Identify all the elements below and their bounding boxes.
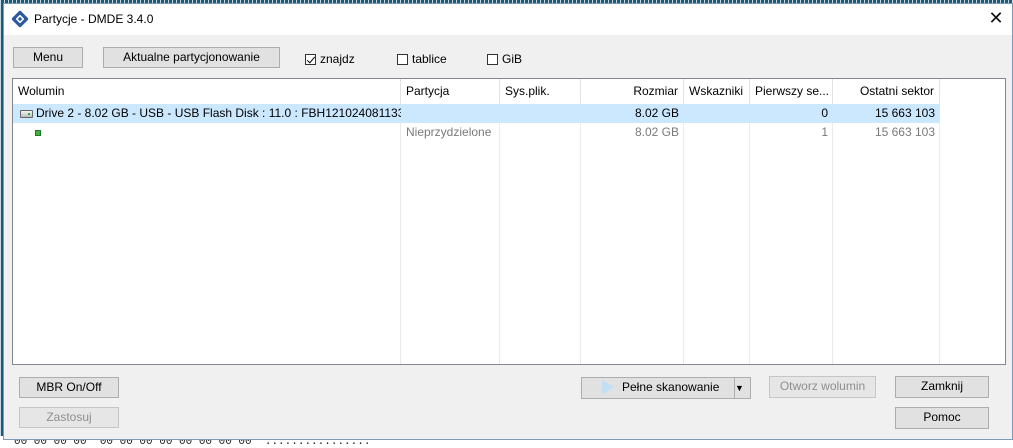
play-icon — [602, 380, 614, 394]
column-divider — [400, 103, 401, 364]
full-scan-button[interactable]: Pełne skanowanie ▼ — [581, 377, 751, 399]
cell-partition: Nieprzydzielone — [406, 125, 492, 139]
column-header-size[interactable]: Rozmiar — [581, 79, 684, 103]
checkbox-checked-icon[interactable] — [305, 54, 316, 65]
table-row[interactable]: Drive 2 - 8.02 GB - USB - USB Flash Disk… — [13, 104, 940, 123]
partitions-dialog: Partycje - DMDE 3.4.0 ✕ Menu Aktualne pa… — [3, 3, 1013, 440]
menu-button[interactable]: Menu — [13, 47, 83, 68]
apply-button[interactable]: Zastosuj — [19, 407, 119, 428]
column-header-flags[interactable]: Wskazniki — [684, 79, 750, 103]
chevron-down-icon[interactable]: ▼ — [734, 378, 750, 398]
close-icon[interactable]: ✕ — [986, 8, 1006, 28]
cell-filesystem — [500, 123, 581, 142]
full-scan-label: Pełne skanowanie — [622, 380, 720, 394]
table-row[interactable]: Nieprzydzielone 8.02 GB 1 15 663 103 — [13, 123, 940, 142]
cell-volume-text: Drive 2 - 8.02 GB - USB - USB Flash Disk… — [36, 106, 401, 120]
column-divider — [832, 103, 833, 364]
cell-last-sector: 15 663 103 — [874, 125, 935, 139]
cell-size: 8.02 GB — [634, 125, 679, 139]
checkbox-find-label: znajdz — [320, 52, 355, 66]
checkbox-find[interactable]: znajdz — [305, 52, 355, 66]
cell-volume: Drive 2 - 8.02 GB - USB - USB Flash Disk… — [13, 104, 401, 123]
cell-volume — [13, 123, 401, 142]
usb-drive-icon — [20, 110, 33, 118]
window-title: Partycje - DMDE 3.4.0 — [34, 12, 154, 26]
cell-flags — [684, 104, 750, 123]
column-divider — [499, 103, 500, 364]
checkbox-gib-label: GiB — [502, 52, 523, 66]
help-button[interactable]: Pomoc — [895, 407, 989, 429]
checkbox-tables-label: tablice — [412, 52, 447, 66]
partition-table[interactable]: Wolumin Partycja Sys.plik. Rozmiar Wskaz… — [12, 78, 1006, 365]
cell-filesystem — [500, 104, 581, 123]
title-bar: Partycje - DMDE 3.4.0 ✕ — [4, 4, 1012, 35]
partition-icon — [35, 130, 41, 136]
column-header-filesystem[interactable]: Sys.plik. — [500, 79, 581, 103]
column-header-partition[interactable]: Partycja — [401, 79, 500, 103]
column-divider — [683, 103, 684, 364]
close-button[interactable]: Zamknij — [895, 376, 989, 398]
checkbox-tables[interactable]: tablice — [397, 52, 447, 66]
column-divider — [939, 103, 940, 364]
column-header-volume[interactable]: Wolumin — [13, 79, 401, 103]
cell-flags — [684, 123, 750, 142]
checkbox-unchecked-icon[interactable] — [487, 54, 498, 65]
column-header-last-sector[interactable]: Ostatni sektor — [833, 79, 940, 103]
cell-size: 8.02 GB — [634, 106, 679, 120]
mbr-toggle-button[interactable]: MBR On/Off — [19, 377, 119, 398]
current-partitioning-button[interactable]: Aktualne partycjonowanie — [103, 47, 280, 68]
cell-first-sector: 0 — [821, 106, 828, 120]
open-volume-button[interactable]: Otworz wolumin — [769, 376, 876, 398]
column-divider — [749, 103, 750, 364]
column-divider — [580, 103, 581, 364]
cell-last-sector: 15 663 103 — [874, 106, 935, 120]
checkbox-unchecked-icon[interactable] — [397, 54, 408, 65]
cell-first-sector: 1 — [821, 125, 828, 139]
cell-partition — [401, 104, 500, 123]
column-header-first-sector[interactable]: Pierwszy se... — [750, 79, 833, 103]
checkbox-gib[interactable]: GiB — [487, 52, 522, 66]
dmde-app-icon — [11, 10, 29, 28]
